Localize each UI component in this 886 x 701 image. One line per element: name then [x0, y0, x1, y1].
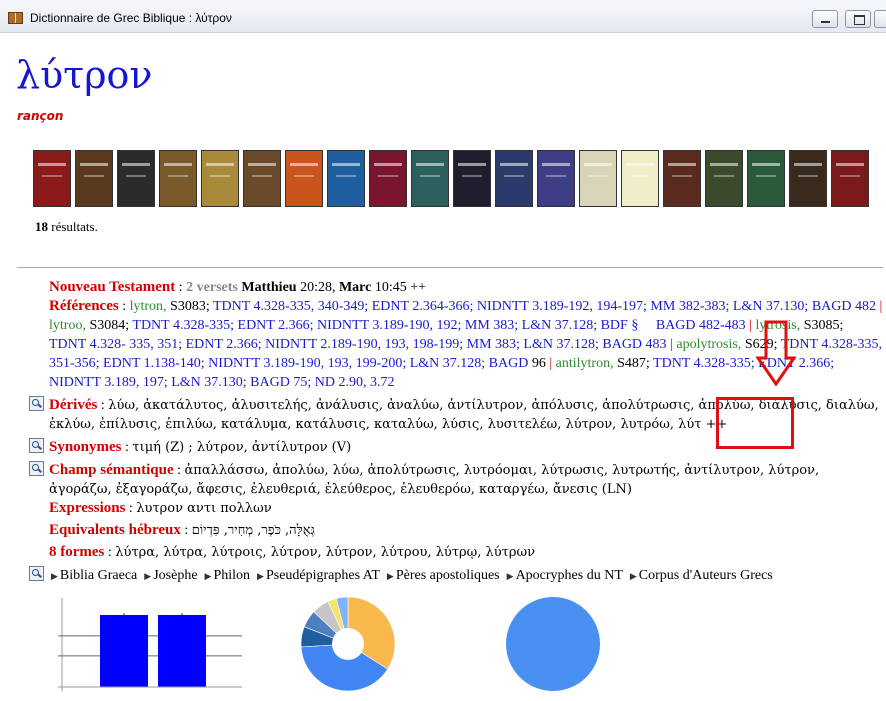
derives-label: Dérivés: [49, 397, 98, 413]
corpus-link[interactable]: Philon: [213, 568, 250, 583]
bar: [100, 615, 148, 687]
book-cover[interactable]: [411, 150, 449, 207]
formes-list[interactable]: λύτρα, λύτρα, λύτροις, λύτρον, λύτρον, λ…: [115, 545, 535, 560]
minimize-icon: [821, 21, 830, 23]
synonymes-label: Synonymes: [49, 439, 122, 455]
book-cover[interactable]: [285, 150, 323, 207]
triangle-right-icon: ▶: [204, 571, 212, 581]
book-cover[interactable]: [663, 150, 701, 207]
book-cover[interactable]: [33, 150, 71, 207]
close-button[interactable]: [874, 10, 886, 28]
book-cover[interactable]: [201, 150, 239, 207]
triangle-right-icon: ▶: [144, 571, 152, 581]
refs-lytroo-2[interactable]: BAGD 482-483: [652, 318, 746, 333]
formes-label[interactable]: 8 formes: [49, 544, 104, 560]
lemma-lytron[interactable]: lytron,: [130, 299, 167, 314]
ref-matthieu[interactable]: Matthieu: [241, 280, 296, 295]
book-cover[interactable]: [789, 150, 827, 207]
minimize-button[interactable]: [812, 10, 838, 28]
corpus-link[interactable]: Biblia Graeca: [60, 568, 137, 583]
gloss: rançon: [17, 109, 64, 123]
separator: [17, 267, 883, 268]
corpus-row: ▶ Biblia Graeca ▶ Josèphe ▶ Philon ▶ Pseudépigr…: [29, 566, 883, 586]
champ-block: Champ sémantique : ἀπαλλάσσω, ἀπολύω, λύ…: [29, 461, 883, 499]
book-cover[interactable]: [579, 150, 617, 207]
book-cover[interactable]: [453, 150, 491, 207]
synonymes-list[interactable]: τιμή (Z) ; λύτρον, ἀντίλυτρον (V): [132, 440, 351, 455]
book-cover-strip: [33, 150, 873, 207]
donut-hole: [332, 628, 364, 660]
book-cover[interactable]: [159, 150, 197, 207]
maximize-button[interactable]: [845, 10, 871, 28]
hebreux-block: Equivalents hébreux : גְּאֻלָּה, כֹּפֶר,…: [49, 522, 315, 538]
triangle-right-icon: ▶: [51, 571, 58, 581]
corpus-link[interactable]: Pseudépigraphes AT: [266, 568, 380, 583]
search-icon[interactable]: [29, 461, 44, 476]
lemma-apolytrosis[interactable]: apolytrosis,: [676, 337, 741, 352]
search-icon[interactable]: [29, 566, 44, 581]
refs-lytroo[interactable]: TDNT 4.328-335; EDNT 2.366; NIDNTT 3.189…: [132, 318, 638, 333]
champ-label: Champ sémantique: [49, 462, 174, 478]
corpus-link[interactable]: Corpus d'Auteurs Grecs: [639, 568, 773, 583]
ref-marc[interactable]: Marc: [339, 280, 371, 295]
book-cover[interactable]: [369, 150, 407, 207]
verse-count[interactable]: 2 versets: [186, 280, 238, 295]
window-title: Dictionnaire de Grec Biblique : λύτρον: [30, 11, 232, 25]
book-cover[interactable]: [243, 150, 281, 207]
nt-line: Nouveau Testament : 2 versets Matthieu 2…: [49, 279, 427, 295]
headword: λύτρον: [16, 53, 153, 97]
corpus-link[interactable]: Pères apostoliques: [396, 568, 500, 583]
pie-slice: [506, 597, 600, 691]
references-label: Références: [49, 298, 119, 314]
search-icon[interactable]: [29, 396, 44, 411]
book-cover[interactable]: [621, 150, 659, 207]
triangle-right-icon: ▶: [386, 571, 394, 581]
book-cover[interactable]: [747, 150, 785, 207]
triangle-right-icon: ▶: [257, 571, 264, 581]
book-cover[interactable]: [117, 150, 155, 207]
results-count: 18 résultats.: [35, 219, 98, 235]
refs-lytroo-hidden: 80: [638, 318, 653, 333]
corpus-link[interactable]: Apocryphes du NT: [516, 568, 623, 583]
bar: [158, 615, 206, 687]
triangle-right-icon: ▶: [506, 571, 514, 581]
formes-block: 8 formes : λύτρα, λύτρα, λύτροις, λύτρον…: [49, 544, 536, 560]
book-cover[interactable]: [495, 150, 533, 207]
book-cover[interactable]: [75, 150, 113, 207]
charts-area: [58, 596, 600, 692]
nt-label[interactable]: Nouveau Testament: [49, 279, 175, 295]
refs-lytrosis[interactable]: TDNT 4.328- 335, 351; EDNT 2.366; NIDNTT…: [49, 337, 667, 352]
more-verses-link[interactable]: 10:45 ++: [371, 280, 426, 295]
maximize-icon: [854, 15, 865, 25]
book-cover[interactable]: [537, 150, 575, 207]
results-label: résultats.: [51, 219, 98, 234]
expressions-text[interactable]: λυτρον αντι πολλων: [136, 501, 271, 516]
book-icon: [8, 12, 23, 24]
refs-lytron[interactable]: TDNT 4.328-335, 340-349; EDNT 2.364-366;…: [213, 299, 876, 314]
title-bar: Dictionnaire de Grec Biblique : λύτρον: [0, 0, 886, 33]
hebreux-list[interactable]: גְּאֻלָּה, כֹּפֶר, מְחִיר, פִּדְיוֹם: [192, 523, 315, 538]
lemma-antilytron[interactable]: antilytron,: [556, 356, 614, 371]
lemma-lytroo[interactable]: lytroo,: [49, 318, 86, 333]
annotation-box: [716, 397, 794, 449]
annotation-arrow-svg: [755, 320, 797, 387]
expressions-label: Expressions: [49, 500, 126, 516]
hebreux-label: Equivalents hébreux: [49, 522, 181, 538]
search-icon[interactable]: [29, 438, 44, 453]
book-cover[interactable]: [327, 150, 365, 207]
annotation-arrow: [755, 320, 797, 390]
expressions-block: Expressions : λυτρον αντι πολλων: [49, 500, 272, 516]
results-number: 18: [35, 219, 48, 234]
book-cover[interactable]: [705, 150, 743, 207]
triangle-right-icon: ▶: [629, 571, 637, 581]
corpus-link[interactable]: Josèphe: [153, 568, 197, 583]
book-cover[interactable]: [831, 150, 869, 207]
